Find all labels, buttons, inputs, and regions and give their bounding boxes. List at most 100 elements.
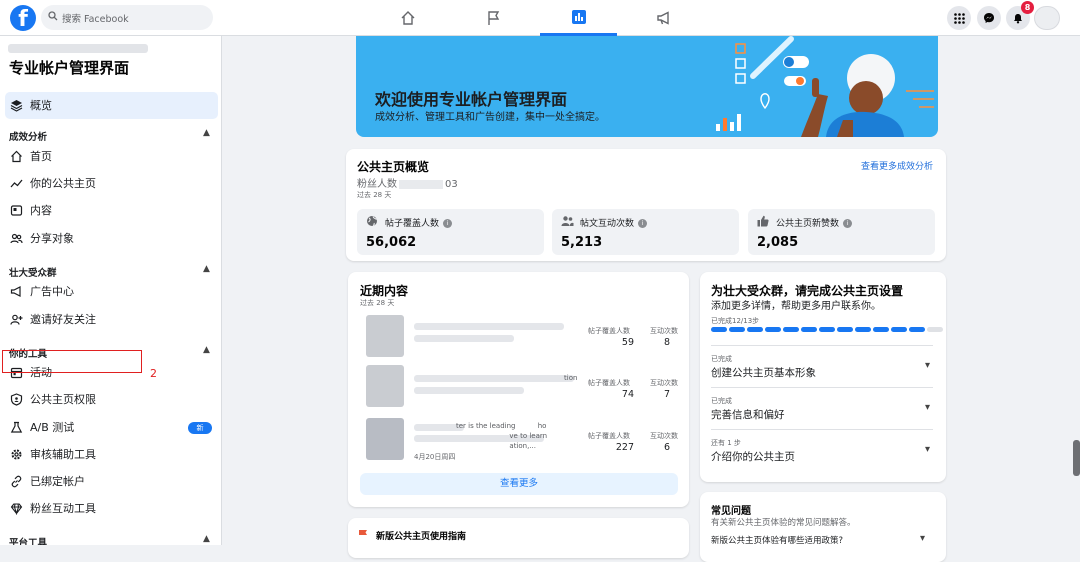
stat-value: 2,085 bbox=[757, 235, 799, 250]
sidebar-item-label: 邀请好友关注 bbox=[30, 313, 96, 326]
progress-segment bbox=[891, 327, 907, 332]
overview-label: 概览 bbox=[30, 99, 52, 112]
sidebar-item-overview-label[interactable]: 概览 bbox=[9, 94, 52, 116]
faq-question[interactable]: 新版公共主页体验有哪些适用政策? bbox=[711, 534, 843, 546]
facebook-logo[interactable]: f bbox=[10, 5, 36, 31]
sidebar-item-invite-friends[interactable]: 邀请好友关注 bbox=[9, 308, 96, 330]
step-status: 已完成 bbox=[711, 355, 732, 363]
progress-segment bbox=[873, 327, 889, 332]
messenger-button[interactable] bbox=[977, 6, 1001, 30]
page-guide-card[interactable]: 新版公共主页使用指南 bbox=[348, 518, 689, 558]
chevron-down-icon: ▾ bbox=[924, 444, 930, 455]
sidebar-item-label: 你的公共主页 bbox=[30, 177, 96, 190]
setup-step[interactable]: 已完成 创建公共主页基本形象 ▾ bbox=[711, 345, 933, 387]
post-reach: 227 bbox=[615, 442, 634, 453]
sidebar-item-linked-accounts[interactable]: 已绑定帐户 bbox=[9, 470, 85, 492]
flask-icon bbox=[9, 420, 23, 434]
invite-people-icon bbox=[9, 312, 23, 326]
stat-value: 56,062 bbox=[366, 235, 417, 250]
sidebar-item-fan-engagement[interactable]: 粉丝互动工具 bbox=[9, 497, 96, 519]
engagement-header: 互动次数 bbox=[650, 327, 678, 335]
chevron-up-icon[interactable]: ▲ bbox=[203, 264, 210, 274]
tab-insights[interactable] bbox=[540, 0, 617, 36]
sidebar-item-label: 广告中心 bbox=[30, 285, 74, 298]
gear-icon bbox=[9, 447, 23, 461]
post-engagements: 6 bbox=[663, 442, 670, 453]
progress-segment bbox=[711, 327, 727, 332]
sidebar-item-label: 分享对象 bbox=[30, 232, 74, 245]
flag-icon bbox=[358, 529, 368, 541]
info-icon[interactable]: i bbox=[843, 219, 853, 228]
banner-title: 欢迎使用专业帐户管理界面 bbox=[375, 90, 568, 109]
tab-pages[interactable] bbox=[455, 0, 532, 36]
post-date: 4月20日周四 bbox=[414, 453, 456, 461]
section-heading-grow: 壮大受众群 bbox=[9, 268, 57, 279]
chevron-down-icon[interactable]: ▾ bbox=[920, 533, 925, 544]
overview-period: 过去 28 天 bbox=[357, 191, 392, 199]
sidebar-item-moderation-assist[interactable]: 审核辅助工具 bbox=[9, 443, 96, 465]
setup-step[interactable]: 已完成 完善信息和偏好 ▾ bbox=[711, 387, 933, 429]
recent-content-title: 近期内容 bbox=[360, 284, 409, 298]
sidebar-item-your-page[interactable]: 你的公共主页 bbox=[9, 172, 96, 194]
globe-icon bbox=[366, 215, 378, 227]
info-icon[interactable]: i bbox=[443, 219, 453, 228]
sidebar-item-audience[interactable]: 分享对象 bbox=[9, 227, 74, 249]
blurred-fan-count bbox=[399, 179, 443, 189]
tab-ads[interactable] bbox=[625, 0, 702, 36]
post-snippet: ter is the leading ho ve to learn ation,… bbox=[456, 422, 548, 450]
new-badge: 新 bbox=[188, 422, 212, 434]
bell-icon bbox=[1012, 12, 1024, 24]
progress-segment bbox=[765, 327, 781, 332]
reach-header: 帖子覆盖人数 bbox=[588, 327, 630, 335]
tab-home[interactable] bbox=[369, 0, 446, 36]
bar-chart-icon bbox=[571, 9, 587, 25]
banner-illustration bbox=[716, 36, 934, 137]
top-bar: f 搜索 Facebook 8 bbox=[0, 0, 1080, 36]
page-overview-card: 公共主页概览 粉丝人数 03 过去 28 天 查看更多成效分析 帖子覆盖人数 i 5… bbox=[346, 149, 946, 261]
post-row[interactable]: ter is the leading ho ve to learn ation,… bbox=[366, 418, 686, 466]
scrollbar-thumb[interactable] bbox=[1073, 440, 1080, 476]
sidebar-item-home[interactable]: 首页 bbox=[9, 145, 52, 167]
fans-value-suffix: 03 bbox=[445, 179, 458, 190]
stat-post-reach: 帖子覆盖人数 i 56,062 bbox=[357, 209, 544, 255]
account-avatar[interactable] bbox=[1034, 6, 1060, 30]
setup-step[interactable]: 还有 1 步 介绍你的公共主页 ▾ bbox=[711, 429, 933, 471]
sidebar-item-content[interactable]: 内容 bbox=[9, 199, 52, 221]
post-snippet: tion bbox=[564, 374, 578, 382]
sidebar-item-page-access[interactable]: 公共主页权限 bbox=[9, 388, 96, 410]
sidebar-item-label: 首页 bbox=[30, 150, 52, 163]
sidebar-item-label: A/B 测试 bbox=[30, 421, 75, 434]
progress-segment bbox=[909, 327, 925, 332]
thumbs-up-icon bbox=[757, 215, 769, 227]
post-row[interactable]: 帖子覆盖人数 互动次数 59 8 bbox=[366, 315, 686, 363]
menu-button[interactable] bbox=[947, 6, 971, 30]
shield-icon bbox=[9, 392, 23, 406]
people-icon bbox=[561, 215, 574, 227]
faq-card: 常见问题 有关新公共主页体验的常见问题解答。 新版公共主页体验有哪些适用政策? … bbox=[700, 492, 946, 562]
step-status: 已完成 bbox=[711, 397, 732, 405]
welcome-banner: 欢迎使用专业帐户管理界面 成效分析、管理工具和广告创建，集中一处全搞定。 bbox=[356, 36, 938, 137]
info-icon[interactable]: i bbox=[638, 219, 648, 228]
progress-segment bbox=[927, 327, 943, 332]
see-more-button[interactable]: 查看更多 bbox=[360, 473, 678, 495]
search-icon bbox=[48, 11, 58, 21]
step-label: 介绍你的公共主页 bbox=[711, 451, 795, 463]
post-thumbnail bbox=[366, 418, 404, 460]
sidebar-item-ad-center[interactable]: 广告中心 bbox=[9, 280, 74, 302]
fans-label: 粉丝人数 bbox=[357, 179, 397, 190]
search-input[interactable]: 搜索 Facebook bbox=[41, 5, 213, 30]
chevron-up-icon[interactable]: ▲ bbox=[203, 128, 210, 138]
post-engagements: 8 bbox=[663, 337, 670, 348]
sidebar-item-ab-test[interactable]: A/B 测试 bbox=[9, 416, 74, 438]
section-heading-insights: 成效分析 bbox=[9, 132, 48, 143]
more-insights-link[interactable]: 查看更多成效分析 bbox=[861, 159, 933, 172]
progress-segment bbox=[747, 327, 763, 332]
overview-title: 公共主页概览 bbox=[357, 160, 430, 174]
chevron-up-icon[interactable]: ▲ bbox=[203, 345, 210, 355]
setup-progress-label: 已完成12/13步 bbox=[711, 317, 760, 325]
post-row[interactable]: tion 帖子覆盖人数 互动次数 74 7 bbox=[366, 365, 686, 413]
chevron-down-icon: ▾ bbox=[924, 402, 930, 413]
sidebar-item-label: 公共主页权限 bbox=[30, 393, 96, 406]
chevron-up-icon[interactable]: ▲ bbox=[203, 534, 210, 544]
chevron-down-icon: ▾ bbox=[924, 360, 930, 371]
